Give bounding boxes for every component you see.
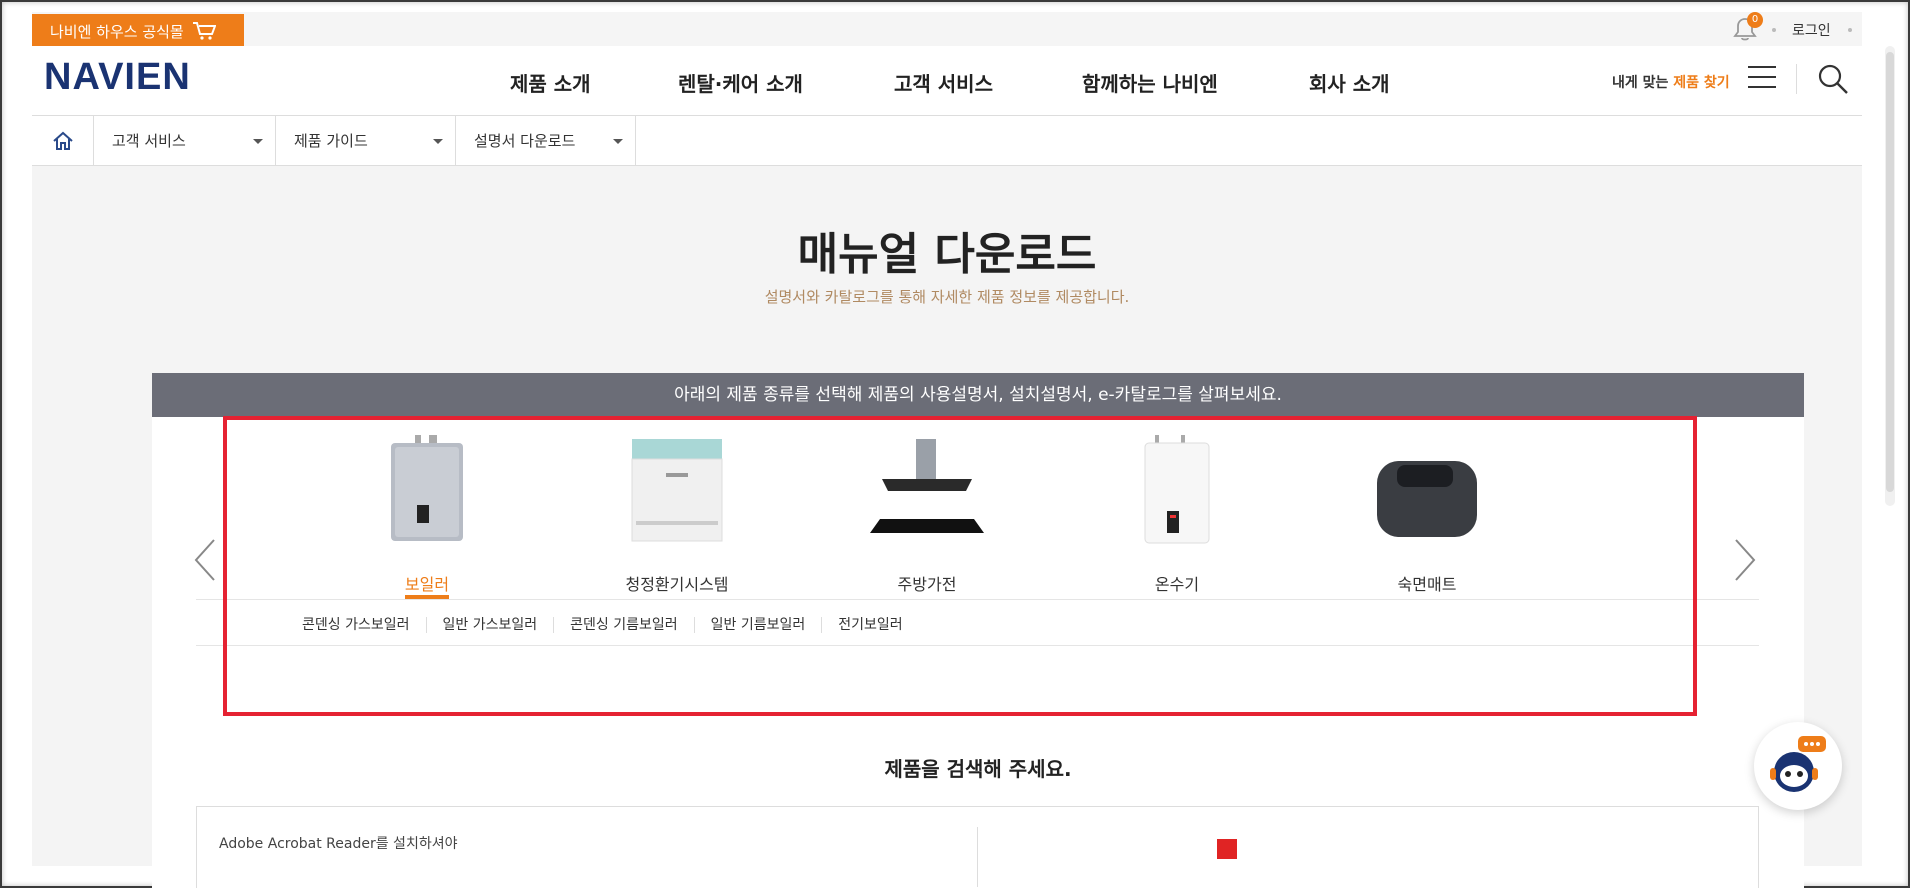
home-icon <box>52 131 73 150</box>
nav-customer-service[interactable]: 고객 서비스 <box>894 68 1082 97</box>
browser-frame: 나비엔 하우스 공식몰 0 로그인 NAVIEN 제품 소개 렌탈·케어 소개 … <box>0 0 1910 888</box>
chevron-down-icon <box>433 139 443 144</box>
site-header: NAVIEN 제품 소개 렌탈·케어 소개 고객 서비스 함께하는 나비엔 회사… <box>32 46 1862 116</box>
navien-logo[interactable]: NAVIEN <box>44 56 191 99</box>
breadcrumb-manual-download[interactable]: 설명서 다운로드 <box>456 116 636 166</box>
chatbot-button[interactable] <box>1754 722 1842 810</box>
menu-icon[interactable] <box>1748 66 1776 90</box>
acrobat-note: Adobe Acrobat Reader를 설치하셔야 <box>219 836 458 852</box>
chatbot-icon <box>1770 736 1826 792</box>
chevron-left-icon[interactable] <box>192 538 218 582</box>
search-icon[interactable] <box>1816 62 1850 96</box>
finder-prefix: 내게 맞는 <box>1612 75 1669 91</box>
product-finder-link[interactable]: 내게 맞는 제품 찾기 <box>1612 72 1730 92</box>
nav-together-navien[interactable]: 함께하는 나비엔 <box>1082 68 1309 97</box>
highlight-box <box>223 416 1697 716</box>
download-info-box: Adobe Acrobat Reader를 설치하셔야 <box>196 806 1759 888</box>
official-shop-label: 나비엔 하우스 공식몰 <box>50 22 184 41</box>
separator-dot <box>1848 28 1852 32</box>
breadcrumb-product-guide[interactable]: 제품 가이드 <box>276 116 456 166</box>
breadcrumb-customer-service[interactable]: 고객 서비스 <box>94 116 276 166</box>
header-divider <box>1796 64 1797 94</box>
breadcrumb-label: 고객 서비스 <box>112 132 186 150</box>
nav-product-intro[interactable]: 제품 소개 <box>510 68 678 97</box>
scrollbar[interactable] <box>1882 46 1898 506</box>
breadcrumb-label: 제품 가이드 <box>294 132 368 150</box>
utility-bar: 나비엔 하우스 공식몰 0 로그인 <box>32 12 1862 48</box>
separator-dot <box>1772 28 1776 32</box>
page-subtitle: 설명서와 카탈로그를 통해 자세한 제품 정보를 제공합니다. <box>764 288 1130 306</box>
chevron-down-icon <box>253 139 263 144</box>
notification-badge: 0 <box>1747 12 1763 28</box>
cart-icon <box>192 22 216 40</box>
login-link[interactable]: 로그인 <box>1792 20 1831 40</box>
chevron-down-icon <box>613 139 623 144</box>
pdf-icon <box>1217 839 1237 859</box>
home-button[interactable] <box>32 116 94 166</box>
guide-bar: 아래의 제품 종류를 선택해 제품의 사용설명서, 설치설명서, e-카탈로그를… <box>152 373 1804 417</box>
search-section-title: 제품을 검색해 주세요. <box>884 757 1072 781</box>
chevron-right-icon[interactable] <box>1732 538 1758 582</box>
nav-company-intro[interactable]: 회사 소개 <box>1309 68 1429 97</box>
main-nav: 제품 소개 렌탈·케어 소개 고객 서비스 함께하는 나비엔 회사 소개 <box>510 68 1429 97</box>
info-divider <box>977 827 978 887</box>
breadcrumb: 고객 서비스 제품 가이드 설명서 다운로드 <box>32 116 1862 166</box>
finder-highlight: 제품 찾기 <box>1673 75 1730 91</box>
page-title: 매뉴얼 다운로드 <box>797 229 1097 280</box>
breadcrumb-label: 설명서 다운로드 <box>474 132 576 150</box>
official-shop-button[interactable]: 나비엔 하우스 공식몰 <box>32 14 244 48</box>
nav-rental-care[interactable]: 렌탈·케어 소개 <box>678 68 894 97</box>
